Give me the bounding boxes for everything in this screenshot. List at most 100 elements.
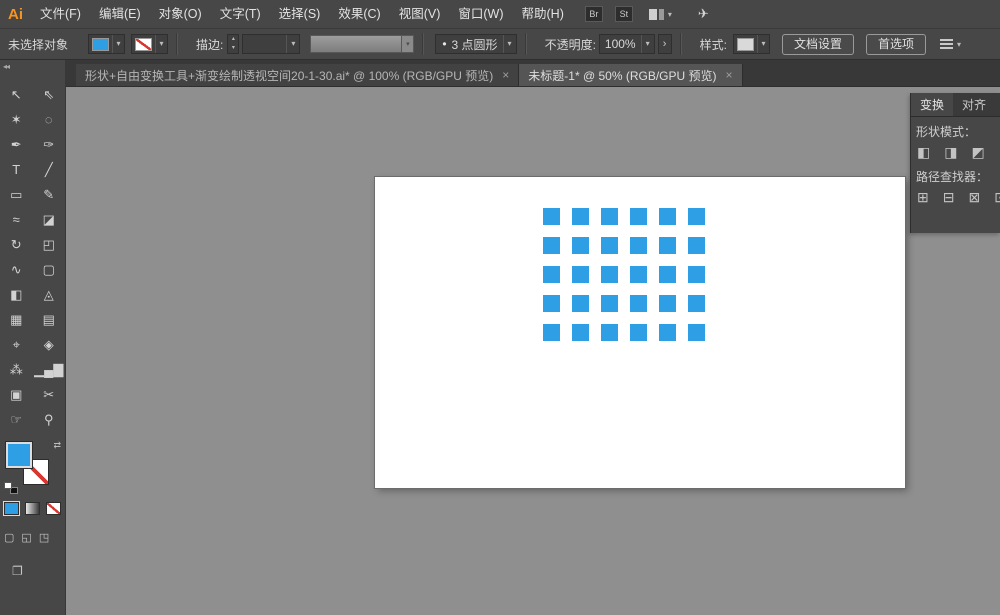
shaper-tool[interactable]: ≈ — [0, 207, 33, 232]
menu-item-7[interactable]: 视图(V) — [390, 0, 450, 28]
column-graph-tool[interactable]: ▁▄▇ — [33, 357, 66, 382]
mesh-tool[interactable]: ▦ — [0, 307, 33, 332]
close-icon[interactable]: × — [726, 68, 733, 82]
stepper-up-icon[interactable]: ▴ — [228, 35, 238, 44]
color-button[interactable] — [3, 501, 20, 516]
graphic-style-control[interactable]: ▾ — [732, 34, 770, 54]
draw-behind-mode[interactable]: ◱ — [21, 531, 31, 544]
blue-square[interactable] — [630, 266, 647, 283]
arrange-documents-control[interactable]: ▾ — [648, 8, 672, 20]
selection-tool[interactable]: ↖ — [0, 82, 33, 107]
stroke-weight-stepper[interactable]: ▴ ▾ — [227, 34, 240, 54]
curvature-tool[interactable]: ✑ — [33, 132, 66, 157]
blue-square[interactable] — [572, 208, 589, 225]
menu-item-8[interactable]: 窗口(W) — [449, 0, 512, 28]
document-setup-button[interactable]: 文档设置 — [781, 33, 854, 55]
preferences-button[interactable]: 首选项 — [865, 33, 926, 55]
artboard-tool[interactable]: ▣ — [0, 382, 33, 407]
stock-icon[interactable]: St — [614, 6, 633, 22]
blue-square[interactable] — [688, 208, 705, 225]
merge-button[interactable]: ⊠ — [968, 187, 980, 207]
draw-normal-mode[interactable]: ▢ — [4, 531, 14, 544]
swap-fill-stroke-icon[interactable]: ⇄ — [53, 440, 61, 451]
menu-item-6[interactable]: 效果(C) — [329, 0, 389, 28]
trim-button[interactable]: ⊟ — [943, 187, 955, 207]
blue-square[interactable] — [659, 237, 676, 254]
align-options-control[interactable]: ▾ — [939, 39, 961, 49]
fill-color-control[interactable]: ▾ — [88, 34, 125, 54]
crop-button[interactable]: ⊡ — [994, 187, 1000, 207]
blue-square[interactable] — [659, 208, 676, 225]
blend-tool[interactable]: ◈ — [33, 332, 66, 357]
opacity-combo[interactable]: 100% ▾ — [598, 34, 655, 54]
paintbrush-tool[interactable]: ✎ — [33, 182, 66, 207]
blue-square[interactable] — [543, 324, 560, 341]
blue-square[interactable] — [659, 266, 676, 283]
panel-tab-1[interactable]: 变换 — [911, 93, 954, 116]
line-segment-tool[interactable]: ╱ — [33, 157, 66, 182]
document-tab[interactable]: 未标题-1* @ 50% (RGB/GPU 预览) × — [519, 64, 743, 86]
minus-front-button[interactable]: ◨ — [944, 142, 957, 162]
blue-square[interactable] — [601, 324, 618, 341]
stepper-down-icon[interactable]: ▾ — [228, 44, 238, 53]
blue-square[interactable] — [630, 324, 647, 341]
unite-button[interactable]: ◧ — [917, 142, 930, 162]
rotate-tool[interactable]: ↻ — [0, 232, 33, 257]
blue-square[interactable] — [572, 237, 589, 254]
bridge-icon[interactable]: Br — [584, 6, 603, 22]
screen-mode-icon[interactable]: ❐ — [12, 564, 65, 578]
blue-square[interactable] — [601, 208, 618, 225]
fill-swatch[interactable] — [6, 442, 32, 468]
symbol-sprayer-tool[interactable]: ⁂ — [0, 357, 33, 382]
draw-inside-mode[interactable]: ◳ — [39, 531, 49, 544]
menu-item-1[interactable]: 文件(F) — [31, 0, 90, 28]
direct-selection-tool[interactable]: ⇖ — [33, 82, 66, 107]
free-transform-tool[interactable]: ▢ — [33, 257, 66, 282]
shape-builder-tool[interactable]: ◧ — [0, 282, 33, 307]
document-tab[interactable]: 形状+自由变换工具+渐变绘制透视空间20-1-30.ai* @ 100% (RG… — [76, 64, 520, 86]
toolbar-collapse-button[interactable]: ◂◂ — [0, 60, 65, 74]
blue-square[interactable] — [543, 237, 560, 254]
blue-square[interactable] — [572, 295, 589, 312]
blue-square[interactable] — [601, 295, 618, 312]
gradient-button[interactable] — [25, 502, 40, 515]
brush-definition-combo[interactable]: • 3 点圆形 ▾ — [435, 34, 517, 54]
stroke-color-control[interactable]: ▾ — [131, 34, 168, 54]
eyedropper-tool[interactable]: ⌖ — [0, 332, 33, 357]
blue-square[interactable] — [543, 266, 560, 283]
close-icon[interactable]: × — [502, 68, 509, 82]
menu-item-5[interactable]: 选择(S) — [270, 0, 330, 28]
none-button[interactable] — [46, 502, 61, 515]
opacity-expand-button[interactable]: › — [657, 34, 672, 54]
perspective-grid-tool[interactable]: ◬ — [33, 282, 66, 307]
magic-wand-tool[interactable]: ✶ — [0, 107, 33, 132]
blue-square[interactable] — [601, 266, 618, 283]
blue-square[interactable] — [688, 324, 705, 341]
blue-square[interactable] — [572, 324, 589, 341]
blue-square[interactable] — [630, 208, 647, 225]
stroke-weight-combo[interactable]: ▾ — [242, 34, 301, 54]
blue-square[interactable] — [572, 266, 589, 283]
menu-item-3[interactable]: 对象(O) — [150, 0, 211, 28]
blue-square[interactable] — [630, 295, 647, 312]
share-icon[interactable]: ✈ — [698, 6, 709, 22]
pen-tool[interactable]: ✒ — [0, 132, 33, 157]
canvas[interactable]: 变换对齐 形状模式： ◧◨◩◫ 路径查找器： ⊞⊟⊠⊡ — [66, 87, 1000, 615]
blue-square[interactable] — [688, 266, 705, 283]
blue-square[interactable] — [601, 237, 618, 254]
blue-square[interactable] — [659, 324, 676, 341]
intersect-button[interactable]: ◩ — [971, 142, 984, 162]
rectangle-tool[interactable]: ▭ — [0, 182, 33, 207]
panel-tab-2[interactable]: 对齐 — [953, 93, 995, 116]
blue-square[interactable] — [630, 237, 647, 254]
menu-item-2[interactable]: 编辑(E) — [90, 0, 150, 28]
width-tool[interactable]: ∿ — [0, 257, 33, 282]
blue-square[interactable] — [543, 208, 560, 225]
blue-square[interactable] — [688, 295, 705, 312]
gradient-tool[interactable]: ▤ — [33, 307, 66, 332]
default-fill-stroke-icon[interactable] — [4, 482, 18, 494]
blue-square[interactable] — [543, 295, 560, 312]
type-tool[interactable]: T — [0, 157, 33, 182]
eraser-tool[interactable]: ◪ — [33, 207, 66, 232]
scale-tool[interactable]: ◰ — [33, 232, 66, 257]
